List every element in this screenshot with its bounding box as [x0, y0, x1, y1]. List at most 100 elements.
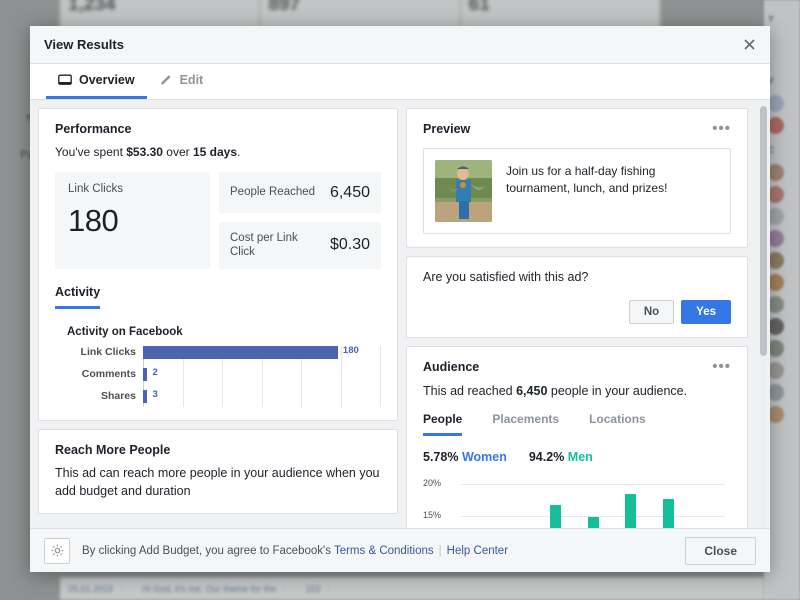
- age-bar: [587, 517, 599, 528]
- activity-chart: Link Clicks 180 Comments 2 Shares 3: [55, 344, 381, 407]
- scrollbar-thumb[interactable]: [760, 106, 767, 356]
- preview-heading: Preview: [423, 122, 471, 136]
- audience-tabs: People Placements Locations: [423, 412, 731, 436]
- age-bar-slot: [536, 474, 574, 528]
- age-bar: [549, 505, 561, 528]
- modal-scrollbar[interactable]: [760, 106, 767, 528]
- age-bar: [662, 499, 674, 528]
- background-card-value: 61: [468, 0, 490, 15]
- age-bar-slot: [612, 474, 650, 528]
- preview-header: Preview •••: [423, 122, 731, 136]
- performance-heading: Performance: [55, 122, 132, 136]
- stat-value: 180: [68, 203, 119, 238]
- stat-cost-per-link-click: Cost per Link Click $0.30: [219, 222, 381, 269]
- close-icon[interactable]: [738, 34, 760, 56]
- audience-summary-count: 6,450: [516, 384, 548, 398]
- y-tick-20: 20%: [423, 478, 442, 488]
- bar-label: Shares: [100, 390, 136, 403]
- satisfaction-no-button[interactable]: No: [628, 300, 675, 324]
- activity-chart-title: Activity on Facebook: [67, 325, 183, 338]
- age-bar-slot: [687, 474, 725, 528]
- reach-body: This ad can reach more people in your au…: [55, 465, 380, 498]
- gender-men: 94.2% Men: [529, 450, 593, 464]
- gender-women: 5.78% Women: [423, 450, 507, 464]
- performance-stats: Link Clicks 180 People Reached 6,450 Cos…: [55, 172, 381, 269]
- background-table-cell: 153: [297, 584, 330, 594]
- performance-summary: You've spent $53.30 over 15 days.: [55, 145, 381, 159]
- tab-locations[interactable]: Locations: [589, 412, 646, 436]
- bar-fill: [143, 345, 339, 359]
- audience-summary: This ad reached 6,450 people in your aud…: [423, 384, 731, 398]
- pencil-icon: [159, 74, 173, 87]
- age-bar-slot: [461, 474, 499, 528]
- bar-label: Comments: [81, 368, 136, 381]
- tab-overview[interactable]: Overview: [46, 64, 147, 99]
- stat-value: 6,450: [329, 183, 370, 201]
- help-center-link[interactable]: Help Center: [447, 545, 508, 557]
- bar-value: 3: [152, 388, 158, 400]
- table-row: 05.01.2019 Hi God, it's me. Our theme fo…: [60, 577, 764, 600]
- stat-label: Link Clicks: [68, 183, 123, 195]
- summary-prefix: You've spent: [55, 145, 127, 159]
- tab-edit-label: Edit: [179, 73, 204, 87]
- summary-suffix: .: [237, 145, 241, 159]
- age-bar: [625, 494, 637, 528]
- activity-bars: Link Clicks 180 Comments 2 Shares 3: [55, 344, 381, 407]
- monitor-icon: [58, 74, 72, 87]
- tab-overview-label: Overview: [79, 73, 135, 87]
- bar-value: 2: [152, 366, 158, 378]
- modal-title: View Results: [44, 37, 124, 52]
- y-tick-15: 15%: [423, 510, 442, 520]
- background-card-value: 897: [268, 0, 301, 15]
- bar-value: 180: [342, 344, 359, 356]
- bar-label: Link Clicks: [80, 346, 136, 359]
- audience-summary-suffix: people in your audience.: [547, 384, 688, 398]
- audience-summary-prefix: This ad reached: [423, 384, 517, 398]
- reach-more-people-card: Reach More People This ad can reach more…: [38, 428, 398, 514]
- age-bar-slot: [574, 474, 612, 528]
- gender-breakdown: 5.78% Women 94.2% Men: [423, 450, 731, 464]
- bar-row-comments: Comments 2: [55, 366, 381, 381]
- view-results-modal: View Results Overview Edit Performance Y…: [30, 26, 770, 572]
- age-bar-slot: [650, 474, 688, 528]
- tab-activity[interactable]: Activity: [55, 285, 101, 309]
- close-button[interactable]: Close: [685, 536, 756, 565]
- stat-people-reached: People Reached 6,450: [219, 172, 381, 213]
- tab-edit[interactable]: Edit: [147, 64, 216, 99]
- summary-amount: $53.30: [126, 145, 163, 159]
- satisfaction-yes-button[interactable]: Yes: [681, 300, 731, 324]
- left-column: Performance You've spent $53.30 over 15 …: [38, 108, 398, 528]
- men-label: Men: [567, 450, 593, 464]
- secondary-stats: People Reached 6,450 Cost per Link Click…: [219, 172, 381, 269]
- bar-track: 3: [143, 388, 381, 403]
- chart-plot-area: [461, 474, 725, 528]
- preview-ad[interactable]: Join us for a half-day fishing tournamen…: [423, 148, 731, 234]
- terms-link[interactable]: Terms & Conditions: [334, 545, 434, 557]
- stat-link-clicks: Link Clicks 180: [55, 172, 210, 269]
- footer-text: By clicking Add Budget, you agree to Fac…: [82, 545, 508, 557]
- age-bars: [461, 474, 725, 528]
- age-bar-slot: [499, 474, 537, 528]
- gear-icon[interactable]: [44, 537, 70, 564]
- ad-thumbnail: [435, 160, 492, 222]
- footer-text-prefix: By clicking Add Budget, you agree to Fac…: [82, 544, 334, 557]
- background-rail-heading: Y: [768, 14, 775, 24]
- audience-card: Audience ••• This ad reached 6,450 peopl…: [406, 346, 748, 528]
- audience-age-chart: 20% 15%: [423, 474, 731, 528]
- reach-heading: Reach More People: [55, 442, 171, 457]
- satisfaction-buttons: No Yes: [423, 300, 731, 324]
- bar-row-shares: Shares 3: [55, 388, 381, 403]
- performance-card: Performance You've spent $53.30 over 15 …: [38, 108, 398, 421]
- ad-text: Join us for a half-day fishing tournamen…: [506, 164, 668, 196]
- satisfaction-question: Are you satisfied with this ad?: [423, 270, 589, 284]
- stat-value: $0.30: [329, 236, 370, 254]
- ellipsis-icon[interactable]: •••: [712, 122, 731, 136]
- footer-separator: |: [438, 544, 442, 557]
- ellipsis-icon[interactable]: •••: [712, 360, 731, 374]
- women-pct: 5.78%: [423, 450, 459, 464]
- stat-label: People Reached: [230, 186, 316, 199]
- bar-track: 180: [143, 344, 381, 359]
- tab-placements[interactable]: Placements: [492, 412, 559, 436]
- tab-people[interactable]: People: [423, 412, 463, 436]
- stat-label: Cost per Link Click: [230, 232, 298, 259]
